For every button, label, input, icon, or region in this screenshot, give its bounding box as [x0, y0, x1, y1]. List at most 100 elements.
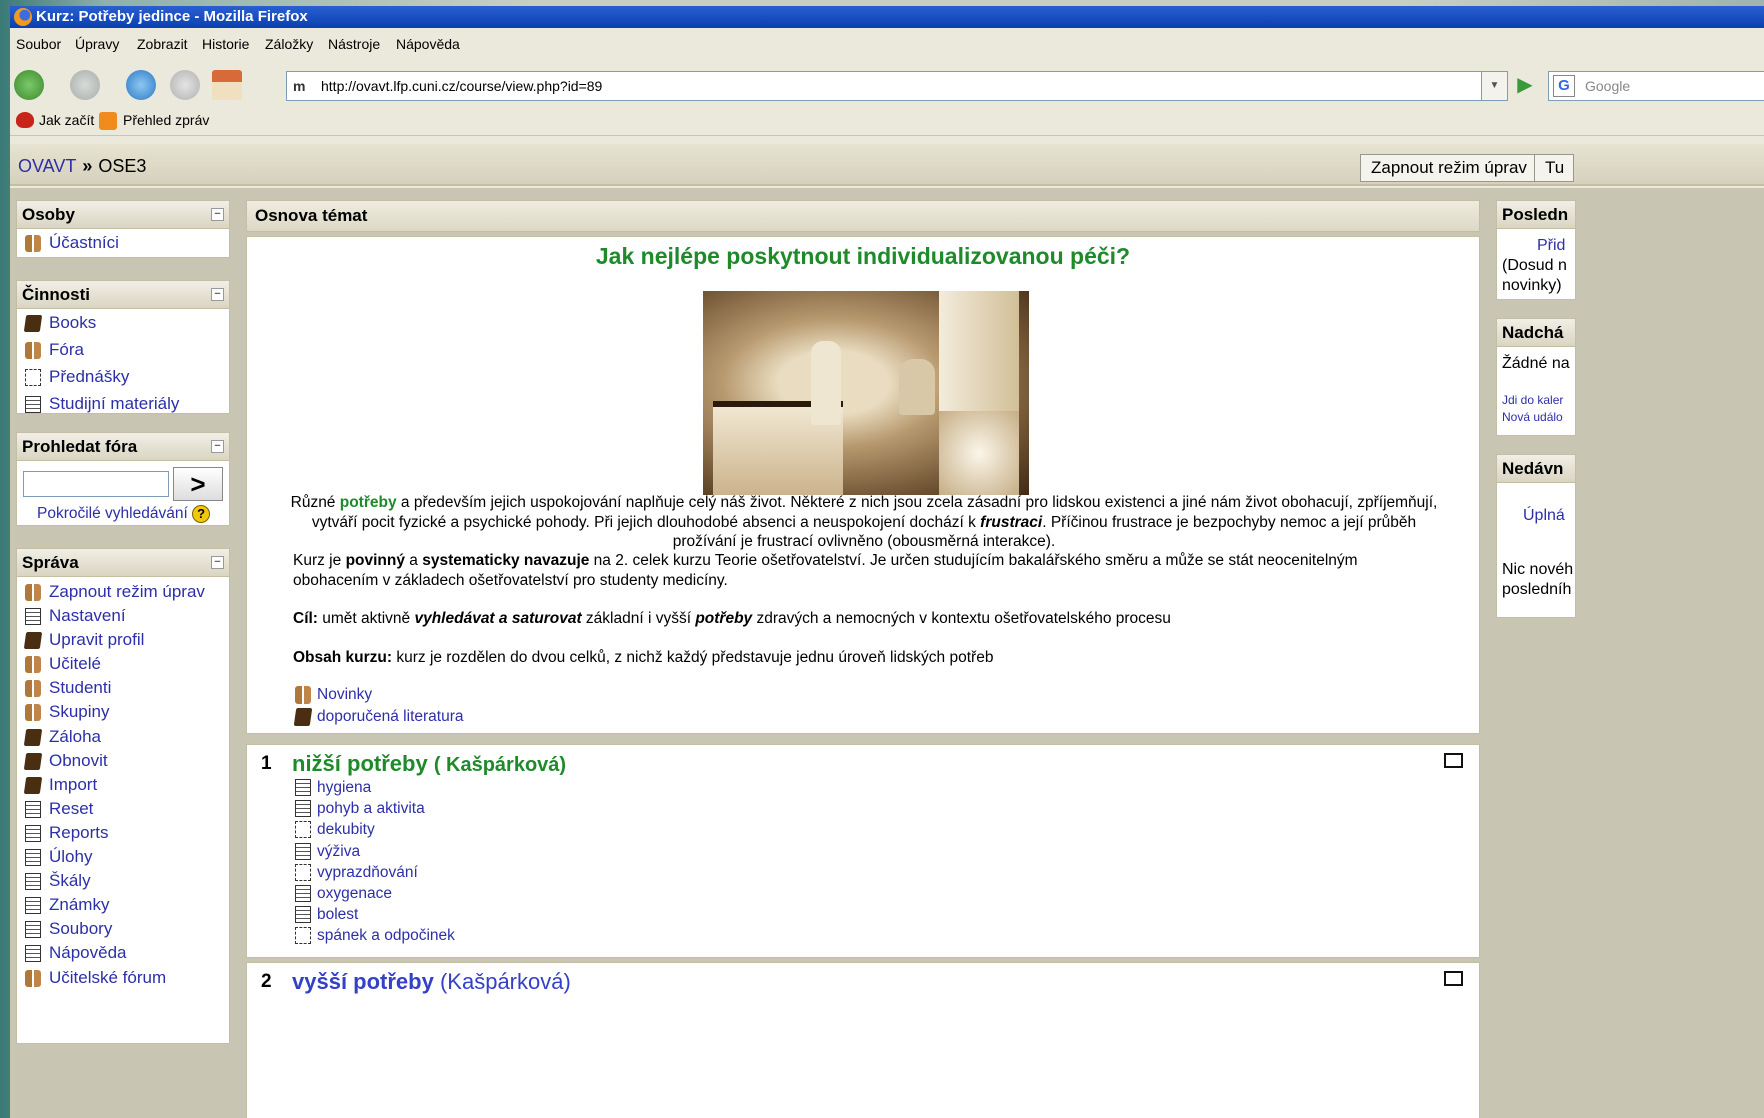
- sidebar-item-sprava[interactable]: Učitelské fórum: [17, 966, 229, 990]
- new-event-link[interactable]: Nová událo: [1502, 410, 1563, 424]
- collapse-icon[interactable]: −: [211, 208, 224, 221]
- sidebar-item-sprava[interactable]: Škály: [17, 869, 229, 893]
- block-osoby: Osoby − Účastníci: [16, 200, 230, 258]
- sidebar-item-sprava[interactable]: Reset: [17, 797, 229, 821]
- sidebar-item-sprava[interactable]: Úlohy: [17, 845, 229, 869]
- home-icon[interactable]: [212, 70, 242, 100]
- sidebar-item-sprava[interactable]: Zapnout režim úprav: [17, 580, 229, 604]
- stop-icon[interactable]: [170, 70, 200, 100]
- search-input[interactable]: G Google: [1548, 71, 1764, 101]
- sidebar-item-prednasky[interactable]: Přednášky: [17, 363, 229, 390]
- back-arrow-icon[interactable]: [14, 70, 44, 100]
- forum-icon: [25, 969, 41, 987]
- bookmark-jak-zacit[interactable]: Jak začít: [39, 112, 94, 128]
- block-sprava: Správa − Zapnout režim úprav Nastavení Upra…: [16, 548, 230, 1044]
- resource-novinky[interactable]: Novinky: [293, 685, 372, 705]
- full-report-link[interactable]: Úplná: [1523, 507, 1565, 525]
- section-resource[interactable]: bolest: [293, 904, 455, 925]
- page-content: Osoby − Účastníci Činnosti − Books Fóra Př…: [10, 188, 1764, 1118]
- menu-napoveda[interactable]: Nápověda: [396, 36, 460, 52]
- collapse-icon[interactable]: −: [211, 288, 224, 301]
- sidebar-item-sprava[interactable]: Nápověda: [17, 941, 229, 965]
- section-resource[interactable]: pohyb a aktivita: [293, 798, 455, 819]
- nothing-new-text-2: posledníh: [1502, 581, 1572, 598]
- site-favicon-icon: m: [293, 78, 306, 94]
- sidebar-item-ucastnici[interactable]: Účastníci: [17, 229, 229, 256]
- section-checkbox[interactable]: [1444, 753, 1463, 768]
- sidebar-item-fora[interactable]: Fóra: [17, 336, 229, 363]
- sidebar-item-sprava[interactable]: Import: [17, 773, 229, 797]
- groups-icon: [25, 704, 41, 722]
- section-resource[interactable]: výživa: [293, 841, 455, 862]
- sidebar-item-studijni-materialy[interactable]: Studijní materiály: [17, 390, 229, 417]
- section-resource[interactable]: dekubity: [293, 819, 455, 840]
- sidebar-item-sprava[interactable]: Skupiny: [17, 700, 229, 724]
- add-news-link[interactable]: Přid: [1537, 237, 1565, 255]
- reload-icon[interactable]: [126, 70, 156, 100]
- jak-zacit-icon: [16, 112, 34, 128]
- sidebar-item-sprava[interactable]: Studenti: [17, 676, 229, 700]
- item-label: Škály: [49, 871, 91, 891]
- teachers-icon: [25, 656, 41, 674]
- url-dropdown-icon[interactable]: ▼: [1482, 71, 1508, 101]
- menu-soubor[interactable]: Soubor: [16, 36, 61, 52]
- search-go-button[interactable]: >: [173, 467, 223, 501]
- sidebar-item-sprava[interactable]: Nastavení: [17, 604, 229, 628]
- sidebar-item-books[interactable]: Books: [17, 309, 229, 336]
- sidebar-item-sprava[interactable]: Soubory: [17, 917, 229, 941]
- sidebar-item-sprava[interactable]: Záloha: [17, 725, 229, 749]
- menu-historie[interactable]: Historie: [202, 36, 249, 52]
- reports-icon: [25, 824, 41, 842]
- item-label: Účastníci: [49, 233, 119, 252]
- document-icon: [25, 396, 41, 413]
- section-checkbox[interactable]: [1444, 971, 1463, 986]
- document-icon: [295, 884, 311, 902]
- resource-literatura[interactable]: doporučená literatura: [293, 707, 464, 727]
- firefox-icon: [14, 8, 32, 26]
- people-icon: [25, 235, 41, 252]
- menu-zobrazit[interactable]: Zobrazit: [137, 36, 188, 52]
- sidebar-item-sprava[interactable]: Obnovit: [17, 749, 229, 773]
- breadcrumb-home[interactable]: OVAVT: [18, 156, 76, 176]
- menu-upravy[interactable]: Úpravy: [75, 36, 119, 52]
- section-resource[interactable]: vyprazdňování: [293, 862, 455, 883]
- advanced-search-link[interactable]: Pokročilé vyhledávání ?: [37, 505, 211, 523]
- nothing-new-text: Nic novéh: [1502, 561, 1574, 578]
- breadcrumb-current: OSE3: [98, 156, 147, 176]
- item-label: Záloha: [49, 726, 101, 746]
- google-icon[interactable]: G: [1553, 75, 1575, 97]
- lesson-icon: [25, 369, 41, 386]
- menu-zalozky[interactable]: Záložky: [265, 36, 313, 52]
- menu-nastroje[interactable]: Nástroje: [328, 36, 380, 52]
- forum-search-input[interactable]: [23, 471, 169, 497]
- bookmark-prehled-zprav[interactable]: Přehled zpráv: [123, 112, 209, 128]
- section-number: 1: [261, 753, 272, 774]
- collapse-icon[interactable]: −: [211, 440, 224, 453]
- no-news-text-2: novinky): [1502, 277, 1562, 294]
- collapse-icon[interactable]: −: [211, 556, 224, 569]
- edit-mode-button[interactable]: Zapnout režim úprav: [1360, 154, 1538, 182]
- section-resource[interactable]: spánek a odpočinek: [293, 925, 455, 946]
- course-content: Obsah kurzu: kurz je rozdělen do dvou ce…: [293, 649, 994, 666]
- item-label: Zapnout režim úprav: [49, 582, 205, 601]
- navbar: OVAVT » OSE3 Zapnout režim úprav Tu: [10, 144, 1764, 186]
- item-label: Books: [49, 313, 97, 332]
- navigation-toolbar: m http://ovavt.lfp.cuni.cz/course/view.ph…: [10, 62, 1764, 106]
- course-title: Jak nejlépe poskytnout individualizovano…: [595, 243, 1131, 269]
- item-label: Fóra: [49, 340, 84, 359]
- help-icon[interactable]: ?: [192, 505, 211, 523]
- forward-arrow-icon[interactable]: [70, 70, 100, 100]
- resource-label: bolest: [317, 906, 359, 924]
- sidebar-item-sprava[interactable]: Učitelé: [17, 652, 229, 676]
- sidebar-item-sprava[interactable]: Upravit profil: [17, 628, 229, 652]
- url-bar[interactable]: m http://ovavt.lfp.cuni.cz/course/view.ph…: [286, 71, 1482, 101]
- sidebar-item-sprava[interactable]: Známky: [17, 893, 229, 917]
- secondary-button[interactable]: Tu: [1534, 154, 1574, 182]
- item-label: Úlohy: [49, 847, 93, 867]
- calendar-link[interactable]: Jdi do kaler: [1502, 393, 1563, 407]
- section-resource[interactable]: hygiena: [293, 777, 455, 798]
- sidebar-item-sprava[interactable]: Reports: [17, 821, 229, 845]
- section-resource[interactable]: oxygenace: [293, 883, 455, 904]
- resource-label: Novinky: [317, 686, 373, 703]
- go-arrow-icon[interactable]: ▶: [1512, 71, 1538, 101]
